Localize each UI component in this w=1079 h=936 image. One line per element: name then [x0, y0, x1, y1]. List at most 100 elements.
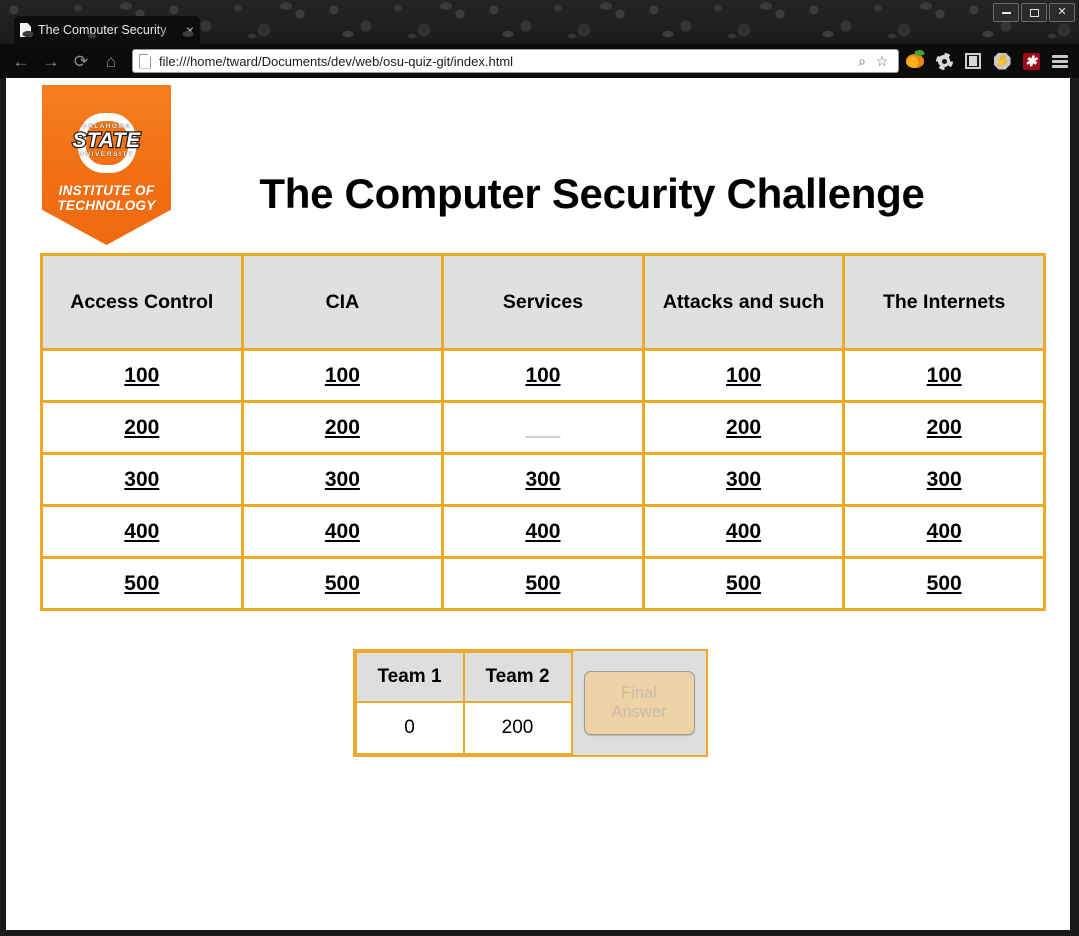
question-link[interactable]: 400 — [927, 520, 962, 544]
table-row: 400 400 400 400 400 — [40, 504, 1046, 559]
board-cell: 200 — [441, 400, 645, 455]
team-1-score: 0 — [354, 701, 465, 755]
noscript-hand-icon[interactable]: ✋ — [992, 51, 1012, 71]
table-row: 100 100 100 100 100 — [40, 348, 1046, 403]
board-cell[interactable]: 100 — [40, 348, 244, 403]
board-cell[interactable]: 400 — [40, 504, 244, 559]
question-link[interactable]: 400 — [325, 520, 360, 544]
scoreboard-container: Team 1 Team 2 0 200 Final Answer — [6, 649, 1070, 757]
browser-tab[interactable]: The Computer Security × — [14, 16, 200, 44]
hamburger-menu-icon[interactable] — [1050, 51, 1070, 71]
tab-title: The Computer Security — [38, 23, 167, 37]
logo-brandmark: OKLAHOMA STATE UNIVERSITY — [53, 113, 160, 175]
question-link[interactable]: 500 — [525, 572, 560, 596]
question-link[interactable]: 400 — [525, 520, 560, 544]
question-link[interactable]: 500 — [927, 572, 962, 596]
board-cell[interactable]: 500 — [842, 556, 1046, 611]
firebug-icon[interactable] — [905, 51, 925, 71]
question-link[interactable]: 300 — [927, 468, 962, 492]
question-link[interactable]: 300 — [325, 468, 360, 492]
scoreboard-value-row: 0 200 — [354, 701, 573, 755]
table-row: 200 200 200 200 200 — [40, 400, 1046, 455]
board-cell[interactable]: 500 — [40, 556, 244, 611]
board-cell[interactable]: 100 — [842, 348, 1046, 403]
question-link-used: 200 — [525, 416, 560, 440]
logo-state-text: STATE — [71, 129, 141, 152]
question-link[interactable]: 400 — [726, 520, 761, 544]
back-icon[interactable]: ← — [8, 48, 34, 74]
adblock-icon[interactable]: ✱ — [1021, 51, 1041, 71]
logo-institute-of-technology-text: Institute of Technology — [57, 183, 156, 214]
board-cell[interactable]: 500 — [240, 556, 445, 611]
reload-icon[interactable]: ⟳ — [68, 48, 94, 74]
question-link[interactable]: 200 — [726, 416, 761, 440]
home-icon[interactable]: ⌂ — [98, 48, 124, 74]
url-text: file:///home/tward/Documents/dev/web/osu… — [159, 53, 514, 69]
gear-icon[interactable] — [934, 51, 954, 71]
minimize-button[interactable] — [993, 3, 1019, 22]
square-extension-icon[interactable] — [963, 51, 983, 71]
board-cell[interactable]: 100 — [240, 348, 445, 403]
table-row: 500 500 500 500 500 — [40, 556, 1046, 611]
board-cell[interactable]: 400 — [842, 504, 1046, 559]
board-cell[interactable]: 500 — [441, 556, 645, 611]
forward-icon[interactable]: → — [38, 48, 64, 74]
question-link[interactable]: 200 — [124, 416, 159, 440]
game-board-container: Access Control CIA Services Attacks and … — [6, 253, 1070, 611]
board-cell[interactable]: 300 — [441, 452, 645, 507]
board-cell[interactable]: 100 — [441, 348, 645, 403]
search-icon[interactable]: ⌕ — [852, 51, 872, 71]
question-link[interactable]: 300 — [726, 468, 761, 492]
board-cell[interactable]: 500 — [641, 556, 846, 611]
question-link[interactable]: 100 — [927, 364, 962, 388]
osu-institute-of-technology-logo: OKLAHOMA STATE UNIVERSITY Institute of T… — [42, 85, 171, 245]
close-window-button[interactable]: ✕ — [1049, 3, 1075, 22]
final-answer-button[interactable]: Final Answer — [583, 671, 695, 735]
board-cell[interactable]: 300 — [842, 452, 1046, 507]
board-cell[interactable]: 300 — [641, 452, 846, 507]
board-cell[interactable]: 200 — [40, 400, 244, 455]
team-1-name: Team 1 — [354, 651, 465, 703]
board-cell[interactable]: 200 — [842, 400, 1046, 455]
board-cell[interactable]: 400 — [240, 504, 445, 559]
question-link[interactable]: 400 — [124, 520, 159, 544]
page-title: The Computer Security Challenge — [259, 169, 925, 217]
extension-toolbar: ✋ ✱ — [905, 51, 1079, 71]
bookmark-star-icon[interactable]: ☆ — [872, 51, 892, 71]
scoreboard-header-row: Team 1 Team 2 — [354, 651, 573, 703]
board-cell[interactable]: 200 — [641, 400, 846, 455]
team-2-name: Team 2 — [462, 651, 573, 703]
board-cell[interactable]: 400 — [441, 504, 645, 559]
browser-window: The Computer Security × ✕ ← → ⟳ ⌂ file:/… — [0, 0, 1079, 936]
board-cell[interactable]: 300 — [40, 452, 244, 507]
maximize-button[interactable] — [1021, 3, 1047, 22]
board-cell[interactable]: 100 — [641, 348, 846, 403]
question-link[interactable]: 100 — [124, 364, 159, 388]
question-link[interactable]: 500 — [726, 572, 761, 596]
final-answer-cell: Final Answer — [572, 651, 706, 755]
board-cell[interactable]: 400 — [641, 504, 846, 559]
jeopardy-board-table: Access Control CIA Services Attacks and … — [40, 253, 1046, 611]
logo-university-text: UNIVERSITY — [78, 151, 134, 158]
board-cell[interactable]: 200 — [240, 400, 445, 455]
page-viewport: OKLAHOMA STATE UNIVERSITY Institute of T… — [6, 78, 1070, 930]
question-link[interactable]: 300 — [124, 468, 159, 492]
question-link[interactable]: 500 — [325, 572, 360, 596]
question-link[interactable]: 100 — [525, 364, 560, 388]
board-cell[interactable]: 300 — [240, 452, 445, 507]
address-bar[interactable]: file:///home/tward/Documents/dev/web/osu… — [132, 49, 899, 73]
question-link[interactable]: 500 — [124, 572, 159, 596]
table-row: 300 300 300 300 300 — [40, 452, 1046, 507]
scoreboard-shell: Team 1 Team 2 0 200 Final Answer — [352, 649, 708, 757]
title-bar: The Computer Security × ✕ — [0, 0, 1079, 44]
question-link[interactable]: 100 — [726, 364, 761, 388]
close-tab-icon[interactable]: × — [186, 23, 194, 37]
page-favicon-icon — [20, 23, 31, 37]
question-link[interactable]: 200 — [927, 416, 962, 440]
question-link[interactable]: 300 — [525, 468, 560, 492]
window-controls: ✕ — [993, 3, 1075, 22]
question-link[interactable]: 200 — [325, 416, 360, 440]
question-link[interactable]: 100 — [325, 364, 360, 388]
page-header: OKLAHOMA STATE UNIVERSITY Institute of T… — [6, 78, 1070, 253]
scoreboard-table: Team 1 Team 2 0 200 — [354, 651, 573, 755]
